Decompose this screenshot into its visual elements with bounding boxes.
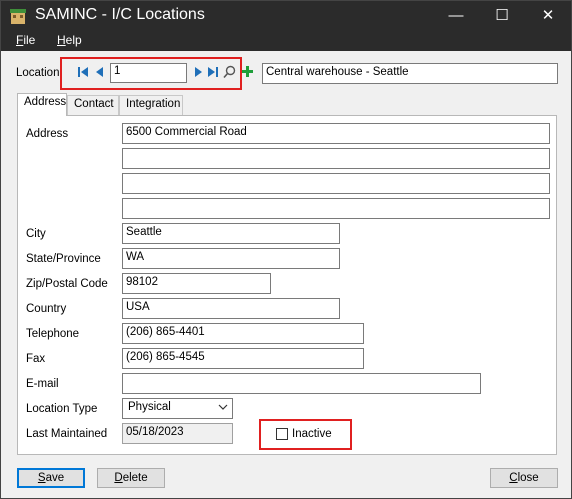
next-record-icon[interactable] (192, 65, 204, 79)
telephone-label: Telephone (26, 328, 80, 340)
minimize-button[interactable]: — (433, 1, 479, 32)
ic-locations-window: SAMINC - I/C Locations — ☐ ✕ File Help L… (0, 0, 572, 499)
email-label: E-mail (26, 378, 59, 390)
close-button[interactable]: Close (490, 468, 558, 488)
first-record-icon[interactable] (77, 65, 89, 79)
delete-button[interactable]: Delete (97, 468, 165, 488)
delete-label: elete (122, 472, 148, 484)
city-input[interactable]: Seattle (122, 223, 340, 244)
tab-contact[interactable]: Contact (67, 95, 119, 115)
title-bar: SAMINC - I/C Locations — ☐ ✕ (1, 1, 571, 32)
add-icon[interactable] (241, 65, 254, 78)
last-maintained-value: 05/18/2023 (122, 423, 233, 444)
telephone-input[interactable]: (206) 865-4401 (122, 323, 364, 344)
inactive-checkbox[interactable] (276, 428, 288, 440)
address-line-4-input[interactable] (122, 198, 550, 219)
menu-file[interactable]: File (16, 33, 35, 47)
menu-bar: File Help (1, 32, 571, 51)
window-title: SAMINC - I/C Locations (35, 6, 205, 23)
tab-integration[interactable]: Integration (119, 95, 183, 115)
maximize-button[interactable]: ☐ (479, 1, 525, 32)
menu-help-accelerator: H (57, 33, 66, 47)
zip-input[interactable]: 98102 (122, 273, 271, 294)
location-type-value: Physical (128, 401, 171, 413)
close-label: lose (517, 472, 539, 484)
app-icon (10, 9, 26, 24)
zip-label: Zip/Postal Code (26, 278, 108, 290)
location-label: Location (16, 67, 60, 79)
location-description-input[interactable]: Central warehouse - Seattle (262, 63, 558, 84)
close-window-button[interactable]: ✕ (525, 1, 571, 32)
menu-help[interactable]: Help (57, 33, 82, 47)
city-label: City (26, 228, 46, 240)
address-line-3-input[interactable] (122, 173, 550, 194)
save-label: ave (45, 472, 65, 484)
save-button[interactable]: Save (17, 468, 85, 488)
location-code-input[interactable]: 1 (110, 63, 187, 83)
inactive-label: Inactive (292, 428, 332, 440)
fax-label: Fax (26, 353, 46, 365)
finder-icon[interactable] (223, 65, 236, 79)
address-line-1-input[interactable]: 6500 Commercial Road (122, 123, 550, 144)
menu-file-label: ile (23, 33, 36, 47)
address-line-2-input[interactable] (122, 148, 550, 169)
delete-accelerator: D (114, 472, 123, 484)
menu-help-label: elp (65, 33, 82, 47)
last-record-icon[interactable] (207, 65, 219, 79)
country-input[interactable]: USA (122, 298, 340, 319)
state-label: State/Province (26, 253, 101, 265)
location-type-select[interactable]: Physical (122, 398, 233, 419)
save-accelerator: S (37, 472, 46, 484)
fax-input[interactable]: (206) 865-4545 (122, 348, 364, 369)
address-label: Address (26, 128, 69, 140)
email-input[interactable] (122, 373, 481, 394)
location-type-label: Location Type (26, 403, 98, 415)
last-maintained-label: Last Maintained (26, 428, 108, 440)
tab-address[interactable]: Address (17, 93, 67, 116)
dropdown-arrow-icon (218, 404, 228, 410)
state-input[interactable]: WA (122, 248, 340, 269)
country-label: Country (26, 303, 67, 315)
previous-record-icon[interactable] (94, 65, 106, 79)
close-accelerator: C (509, 472, 518, 484)
